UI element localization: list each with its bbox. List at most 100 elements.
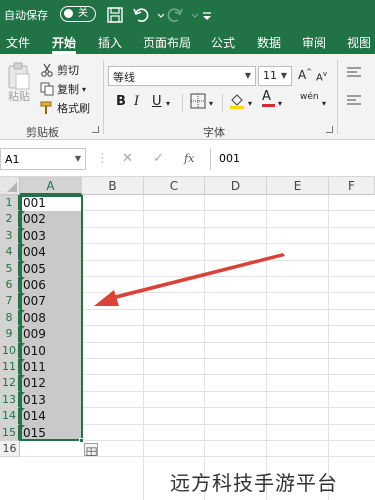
title-bar: 自动保存 关: [0, 0, 375, 30]
format-painter-button[interactable]: 格式刷: [40, 100, 90, 116]
cell-a9[interactable]: 009: [20, 326, 82, 343]
phonetic-guide-icon[interactable]: wén: [300, 92, 319, 102]
row-header[interactable]: 7: [0, 293, 20, 310]
cell-a7[interactable]: 007: [20, 293, 82, 310]
font-name-select[interactable]: 等线 ▼: [108, 66, 256, 86]
font-color-icon[interactable]: A: [262, 90, 275, 107]
cancel-icon[interactable]: ✕: [122, 151, 133, 166]
copy-button[interactable]: 复制 ▾: [40, 81, 86, 97]
undo-icon[interactable]: [132, 6, 150, 24]
cell-value: 006: [23, 278, 46, 292]
font-color-dropdown-icon[interactable]: ▾: [278, 99, 282, 108]
row-header[interactable]: 16: [0, 441, 20, 458]
cut-button[interactable]: 剪切: [40, 62, 79, 78]
tab-page-layout[interactable]: 页面布局: [143, 34, 191, 51]
row-header[interactable]: 9: [0, 326, 20, 343]
name-box[interactable]: A1 ▼: [0, 148, 86, 170]
paste-button[interactable]: [6, 62, 32, 112]
row-header[interactable]: 3: [0, 227, 20, 245]
copy-dropdown-icon[interactable]: ▾: [82, 85, 86, 94]
decrease-font-size-icon[interactable]: Av: [316, 70, 327, 83]
column-header-c[interactable]: C: [144, 177, 205, 195]
borders-dropdown-icon[interactable]: ▾: [209, 99, 213, 108]
customize-qat-icon[interactable]: [198, 6, 216, 24]
italic-button[interactable]: I: [134, 94, 139, 109]
cell-a1[interactable]: 001: [20, 195, 82, 212]
quick-analysis-icon[interactable]: [84, 443, 98, 456]
cell-a6[interactable]: 006: [20, 277, 82, 294]
row-header[interactable]: 1: [0, 195, 20, 212]
cell-a5[interactable]: 005: [20, 260, 82, 277]
redo-dropdown-icon[interactable]: [186, 6, 199, 24]
tab-view[interactable]: 视图: [347, 34, 371, 51]
cell-value: 005: [23, 261, 46, 276]
row-header[interactable]: 14: [0, 408, 20, 425]
align-left-icon[interactable]: [346, 94, 362, 112]
cell-a12[interactable]: 012: [20, 375, 82, 392]
tab-file[interactable]: 文件: [6, 34, 30, 51]
tab-insert[interactable]: 插入: [98, 34, 122, 51]
row-header[interactable]: 2: [0, 211, 20, 228]
underline-button[interactable]: U: [152, 94, 162, 109]
formula-value: 001: [219, 152, 240, 165]
formula-input[interactable]: 001: [210, 148, 375, 170]
save-icon[interactable]: [106, 6, 124, 24]
cell-a2[interactable]: 002: [20, 211, 82, 228]
cell-a14[interactable]: 014: [20, 408, 82, 425]
row-header[interactable]: 8: [0, 309, 20, 327]
cell-a10[interactable]: 010: [20, 342, 82, 359]
align-top-icon[interactable]: [346, 66, 362, 84]
font-launcher-icon[interactable]: [326, 126, 333, 133]
column-header-f[interactable]: F: [329, 177, 375, 195]
cell-value: 008: [23, 310, 46, 325]
row-header[interactable]: 15: [0, 424, 20, 441]
copy-icon: [40, 82, 54, 96]
cell-a15[interactable]: 015: [20, 424, 82, 441]
column-header-b[interactable]: B: [82, 177, 144, 195]
cell-a13[interactable]: 013: [20, 391, 82, 409]
row-header[interactable]: 4: [0, 244, 20, 261]
insert-function-icon[interactable]: fx: [184, 152, 194, 165]
error-indicator-icon: [20, 277, 25, 282]
underline-dropdown-icon[interactable]: ▾: [166, 99, 170, 108]
clipboard-launcher-icon[interactable]: [92, 126, 99, 133]
tab-formulas[interactable]: 公式: [211, 34, 235, 51]
cell-a8[interactable]: 008: [20, 309, 82, 327]
row-header[interactable]: 5: [0, 260, 20, 277]
select-all-button[interactable]: [0, 177, 20, 195]
gridline: [143, 195, 144, 500]
enter-icon[interactable]: ✓: [153, 151, 164, 166]
cell-a3[interactable]: 003: [20, 227, 82, 245]
fill-color-icon[interactable]: [229, 92, 245, 114]
more-options-icon[interactable]: ⋮: [96, 151, 109, 166]
font-size-select[interactable]: 11 ▼: [258, 66, 292, 86]
increase-font-size-icon[interactable]: A^: [298, 68, 312, 82]
row-header[interactable]: 13: [0, 391, 20, 409]
excel-window: 自动保存 关 文件 开始 插入 页面布局 公式 数据 审阅 视图 粘贴 剪切 复…: [0, 0, 375, 500]
bold-button[interactable]: B: [116, 94, 126, 109]
fill-color-dropdown-icon[interactable]: ▾: [248, 99, 252, 108]
row-header[interactable]: 10: [0, 342, 20, 359]
autosave-toggle[interactable]: 关: [60, 6, 96, 22]
tab-review[interactable]: 审阅: [302, 34, 326, 51]
font-name-value: 等线: [113, 71, 135, 84]
column-header-e[interactable]: E: [267, 177, 329, 195]
row-header[interactable]: 6: [0, 277, 20, 294]
row-header[interactable]: 11: [0, 359, 20, 376]
cell-a11[interactable]: 011: [20, 359, 82, 376]
undo-dropdown-icon[interactable]: [152, 6, 165, 24]
worksheet-grid: A B C D E F 1 001 2 002 3 003 4 004 5 005 6 006 7 007…: [0, 177, 375, 500]
tab-data[interactable]: 数据: [257, 34, 281, 51]
row-header[interactable]: 12: [0, 375, 20, 392]
formula-bar: A1 ▼ ⋮ ✕ ✓ fx 001: [0, 140, 375, 177]
cell-value: 011: [23, 360, 46, 374]
column-header-a[interactable]: A: [20, 177, 82, 195]
redo-icon[interactable]: [166, 6, 184, 24]
cell-a4[interactable]: 004: [20, 244, 82, 261]
name-box-value: A1: [5, 153, 20, 166]
autosave-state: 关: [78, 8, 88, 19]
phonetic-dropdown-icon[interactable]: ▾: [322, 99, 326, 108]
column-header-d[interactable]: D: [205, 177, 267, 195]
borders-icon[interactable]: [190, 93, 206, 113]
tab-home[interactable]: 开始: [52, 34, 76, 51]
